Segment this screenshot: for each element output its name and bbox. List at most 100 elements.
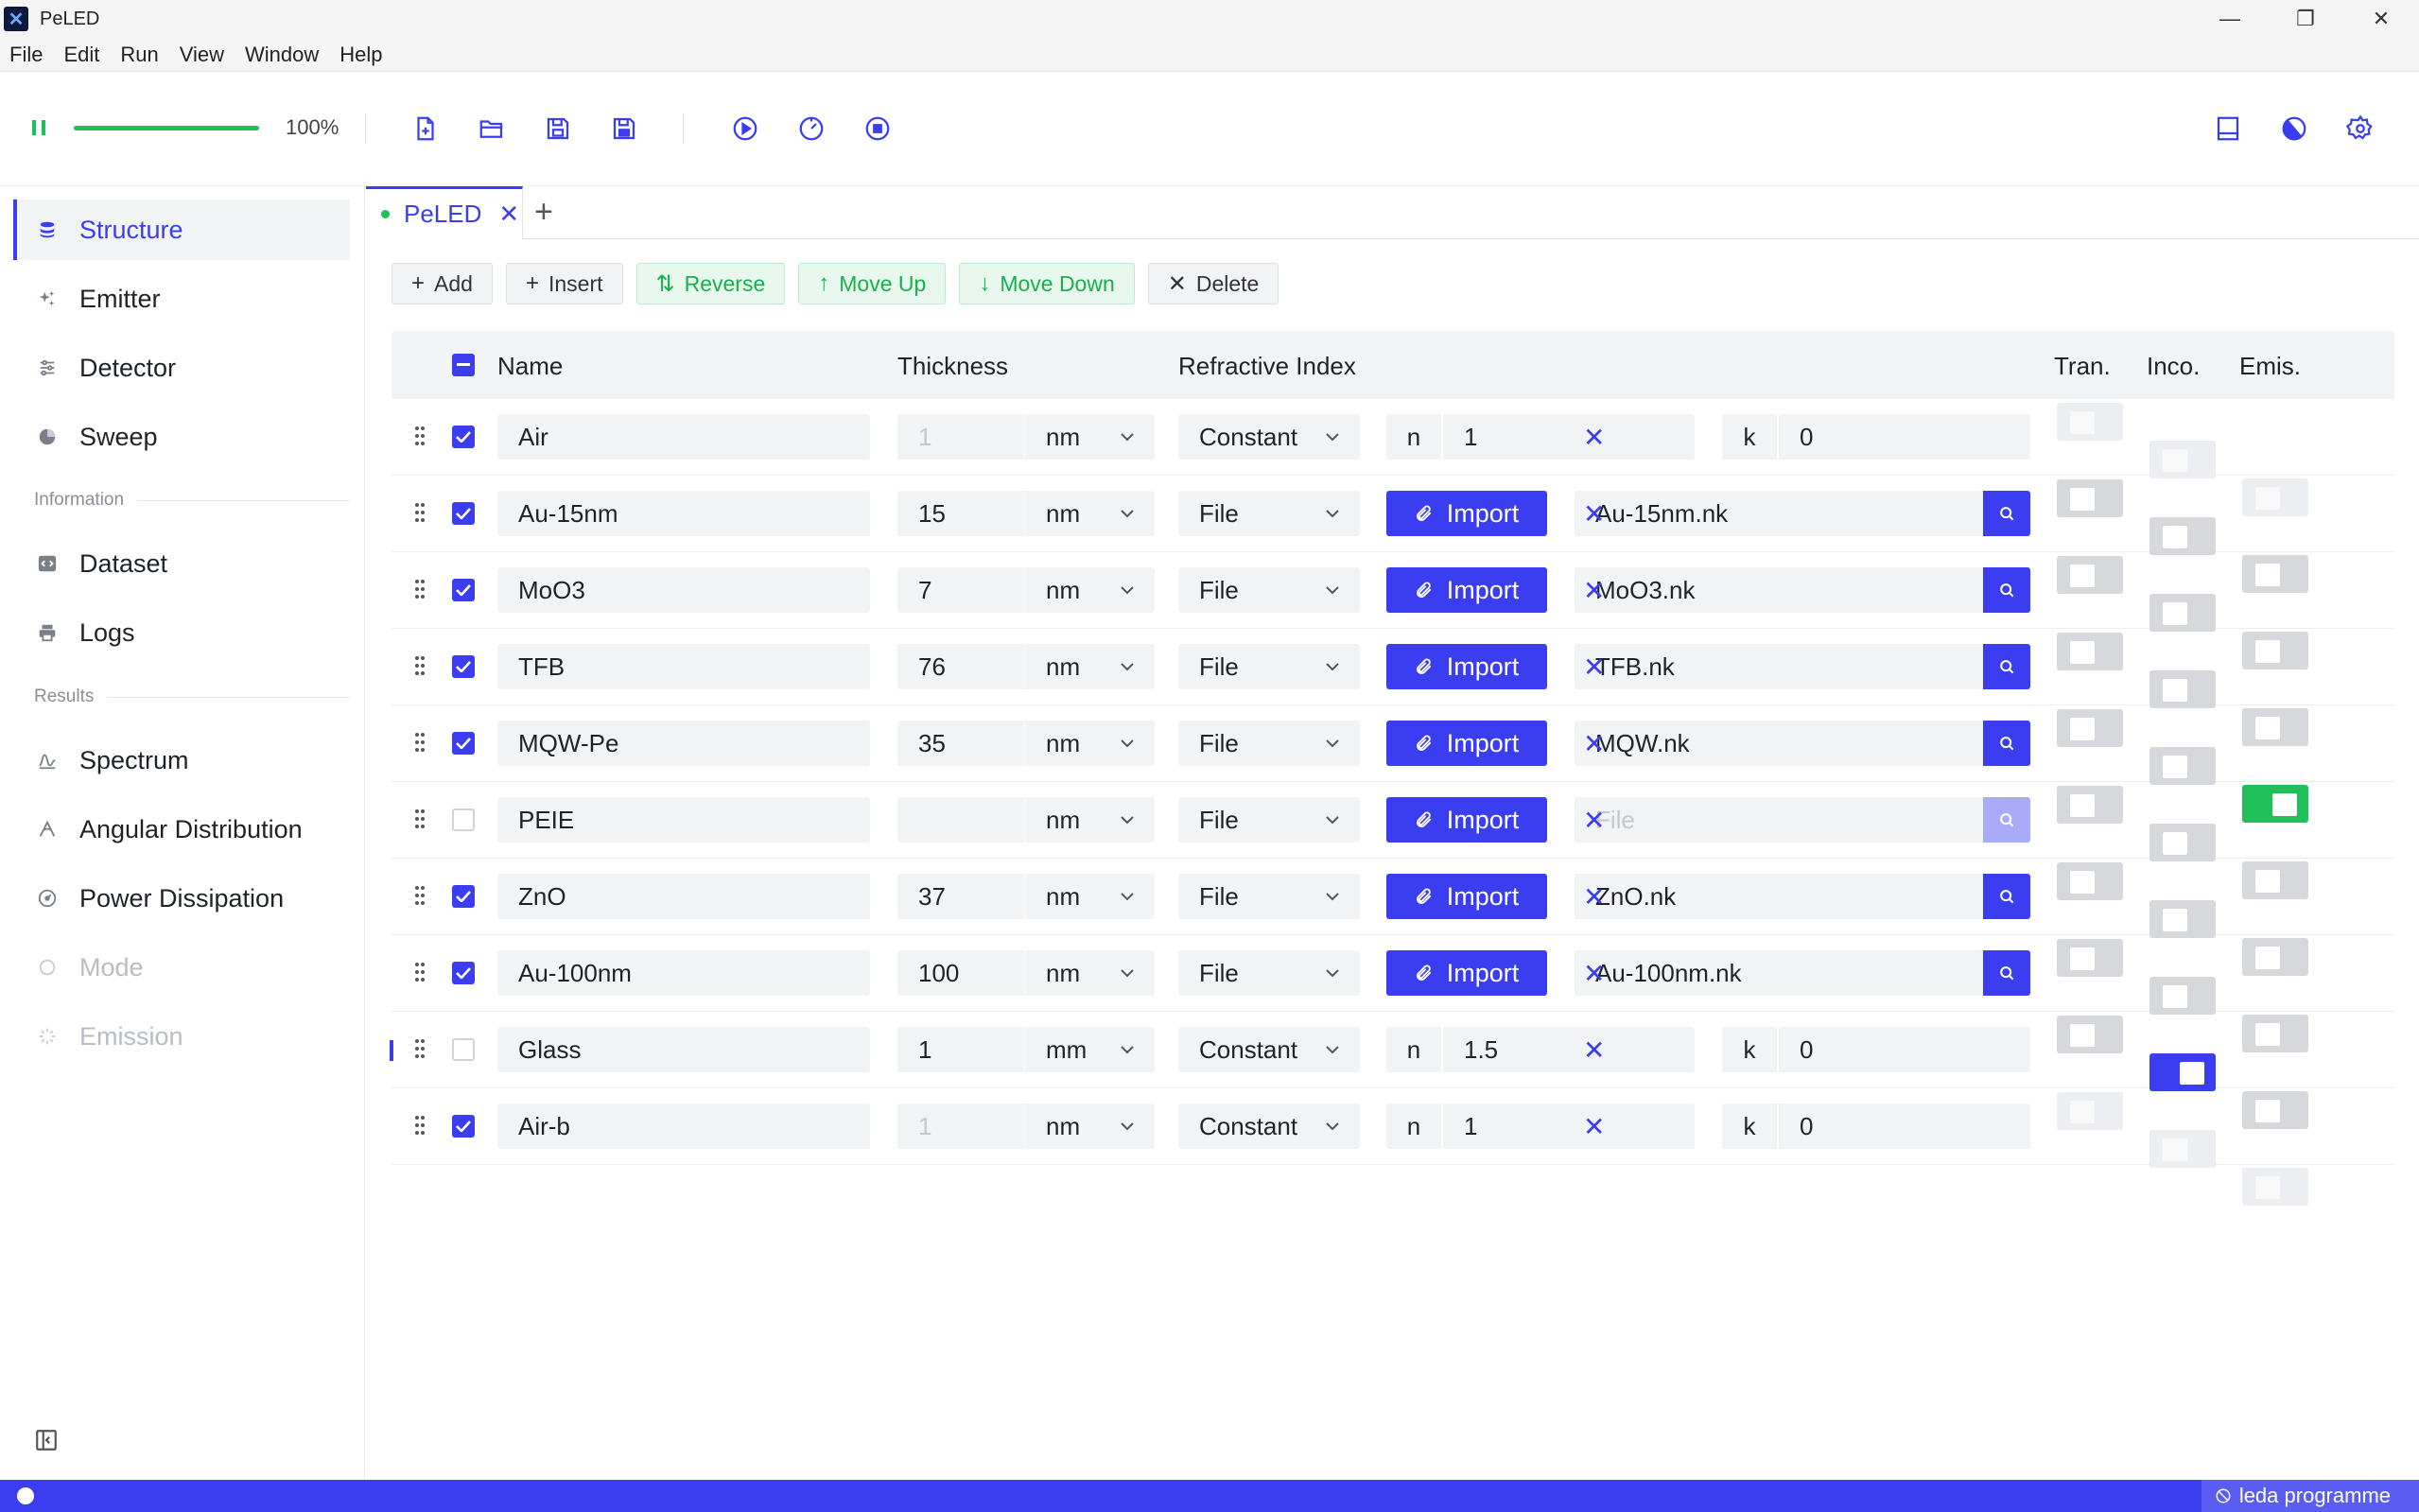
- search-file-button[interactable]: [1983, 567, 2030, 613]
- sidebar-item-logs[interactable]: Logs: [13, 602, 350, 663]
- inco-toggle[interactable]: [2149, 594, 2216, 632]
- drag-handle-icon[interactable]: [414, 1038, 426, 1059]
- import-button[interactable]: Import: [1386, 491, 1547, 536]
- layer-name-input[interactable]: Air: [497, 414, 870, 460]
- unit-select[interactable]: nm: [1025, 721, 1155, 766]
- file-input[interactable]: File: [1575, 797, 1983, 843]
- add-button[interactable]: + Add: [392, 263, 493, 304]
- unit-select[interactable]: nm: [1025, 797, 1155, 843]
- refractive-mode-select[interactable]: File: [1178, 797, 1360, 843]
- import-button[interactable]: Import: [1386, 950, 1547, 996]
- tran-toggle[interactable]: [2057, 556, 2123, 594]
- stop-icon[interactable]: [860, 111, 896, 147]
- delete-row-icon[interactable]: ✕: [1583, 422, 1605, 453]
- layer-name-input[interactable]: Glass: [497, 1027, 870, 1072]
- row-checkbox[interactable]: [452, 426, 475, 448]
- menu-help[interactable]: Help: [339, 43, 382, 67]
- file-input[interactable]: MQW.nk: [1575, 721, 1983, 766]
- insert-button[interactable]: + Insert: [505, 263, 623, 304]
- import-button[interactable]: Import: [1386, 874, 1547, 919]
- n-input[interactable]: 1: [1443, 1104, 1695, 1149]
- theme-icon[interactable]: [2276, 111, 2312, 147]
- inco-toggle[interactable]: [2149, 977, 2216, 1015]
- inco-toggle[interactable]: [2149, 670, 2216, 708]
- search-file-button[interactable]: [1983, 721, 2030, 766]
- file-input[interactable]: MoO3.nk: [1575, 567, 1983, 613]
- import-button[interactable]: Import: [1386, 721, 1547, 766]
- move-up-button[interactable]: ↑ Move Up: [798, 263, 947, 304]
- search-file-button[interactable]: [1983, 950, 2030, 996]
- inco-toggle[interactable]: [2149, 517, 2216, 555]
- inco-toggle[interactable]: [2149, 1130, 2216, 1168]
- tran-toggle[interactable]: [2057, 403, 2123, 441]
- search-file-button[interactable]: [1983, 644, 2030, 689]
- tran-toggle[interactable]: [2057, 862, 2123, 900]
- open-folder-icon[interactable]: [474, 111, 510, 147]
- tran-toggle[interactable]: [2057, 709, 2123, 747]
- close-window-button[interactable]: ✕: [2343, 0, 2419, 38]
- import-button[interactable]: Import: [1386, 567, 1547, 613]
- delete-button[interactable]: ✕ Delete: [1147, 263, 1279, 304]
- menu-file[interactable]: File: [9, 43, 43, 67]
- drag-handle-icon[interactable]: [414, 655, 426, 676]
- inco-toggle[interactable]: [2149, 747, 2216, 785]
- menu-view[interactable]: View: [180, 43, 224, 67]
- unit-select[interactable]: nm: [1025, 950, 1155, 996]
- file-input[interactable]: Au-100nm.nk: [1575, 950, 1983, 996]
- sidebar-item-sweep[interactable]: Sweep: [13, 407, 350, 467]
- k-input[interactable]: 0: [1779, 1027, 2030, 1072]
- tran-toggle[interactable]: [2057, 1016, 2123, 1053]
- delete-row-icon[interactable]: ✕: [1583, 805, 1605, 836]
- menu-edit[interactable]: Edit: [63, 43, 99, 67]
- drag-handle-icon[interactable]: [414, 579, 426, 600]
- sidebar-item-emitter[interactable]: Emitter: [13, 269, 350, 329]
- tran-toggle[interactable]: [2057, 633, 2123, 670]
- unit-select[interactable]: nm: [1025, 644, 1155, 689]
- refractive-mode-select[interactable]: File: [1178, 721, 1360, 766]
- layer-name-input[interactable]: MoO3: [497, 567, 870, 613]
- thickness-input[interactable]: [897, 797, 1024, 843]
- refractive-mode-select[interactable]: File: [1178, 950, 1360, 996]
- menu-run[interactable]: Run: [120, 43, 158, 67]
- new-file-icon[interactable]: [408, 111, 444, 147]
- refractive-mode-select[interactable]: Constant: [1178, 414, 1360, 460]
- row-checkbox[interactable]: [452, 885, 475, 908]
- select-all-checkbox[interactable]: [452, 354, 475, 376]
- refractive-mode-select[interactable]: File: [1178, 644, 1360, 689]
- drag-handle-icon[interactable]: [414, 502, 426, 523]
- k-input[interactable]: 0: [1779, 1104, 2030, 1149]
- tab-close-icon[interactable]: ✕: [498, 200, 519, 229]
- row-checkbox[interactable]: [452, 1038, 475, 1061]
- row-checkbox[interactable]: [452, 579, 475, 601]
- layer-name-input[interactable]: PEIE: [497, 797, 870, 843]
- collapse-sidebar-icon[interactable]: [34, 1428, 59, 1452]
- menu-window[interactable]: Window: [245, 43, 319, 67]
- row-checkbox[interactable]: [452, 962, 475, 984]
- file-input[interactable]: TFB.nk: [1575, 644, 1983, 689]
- settings-icon[interactable]: [2342, 111, 2378, 147]
- search-file-button[interactable]: [1983, 797, 2030, 843]
- restore-button[interactable]: ❐: [2268, 0, 2343, 38]
- thickness-input[interactable]: 7: [897, 567, 1024, 613]
- delete-row-icon[interactable]: ✕: [1583, 1034, 1605, 1066]
- run-icon[interactable]: [727, 111, 763, 147]
- file-input[interactable]: ZnO.nk: [1575, 874, 1983, 919]
- sidebar-item-angular-distribution[interactable]: Angular Distribution: [13, 799, 350, 860]
- inco-toggle[interactable]: [2149, 900, 2216, 938]
- unit-select[interactable]: mm: [1025, 1027, 1155, 1072]
- drag-handle-icon[interactable]: [414, 732, 426, 753]
- search-file-button[interactable]: [1983, 874, 2030, 919]
- delete-row-icon[interactable]: ✕: [1583, 575, 1605, 606]
- n-input[interactable]: 1: [1443, 414, 1695, 460]
- unit-select[interactable]: nm: [1025, 1104, 1155, 1149]
- tab-peled[interactable]: PeLED ✕: [366, 186, 523, 239]
- layer-name-input[interactable]: TFB: [497, 644, 870, 689]
- layer-name-input[interactable]: Au-100nm: [497, 950, 870, 996]
- layer-name-input[interactable]: MQW-Pe: [497, 721, 870, 766]
- refractive-mode-select[interactable]: File: [1178, 491, 1360, 536]
- tran-toggle[interactable]: [2057, 1092, 2123, 1130]
- drag-handle-icon[interactable]: [414, 426, 426, 446]
- layer-name-input[interactable]: Air-b: [497, 1104, 870, 1149]
- delete-row-icon[interactable]: ✕: [1583, 881, 1605, 912]
- sidebar-item-power-dissipation[interactable]: Power Dissipation: [13, 868, 350, 929]
